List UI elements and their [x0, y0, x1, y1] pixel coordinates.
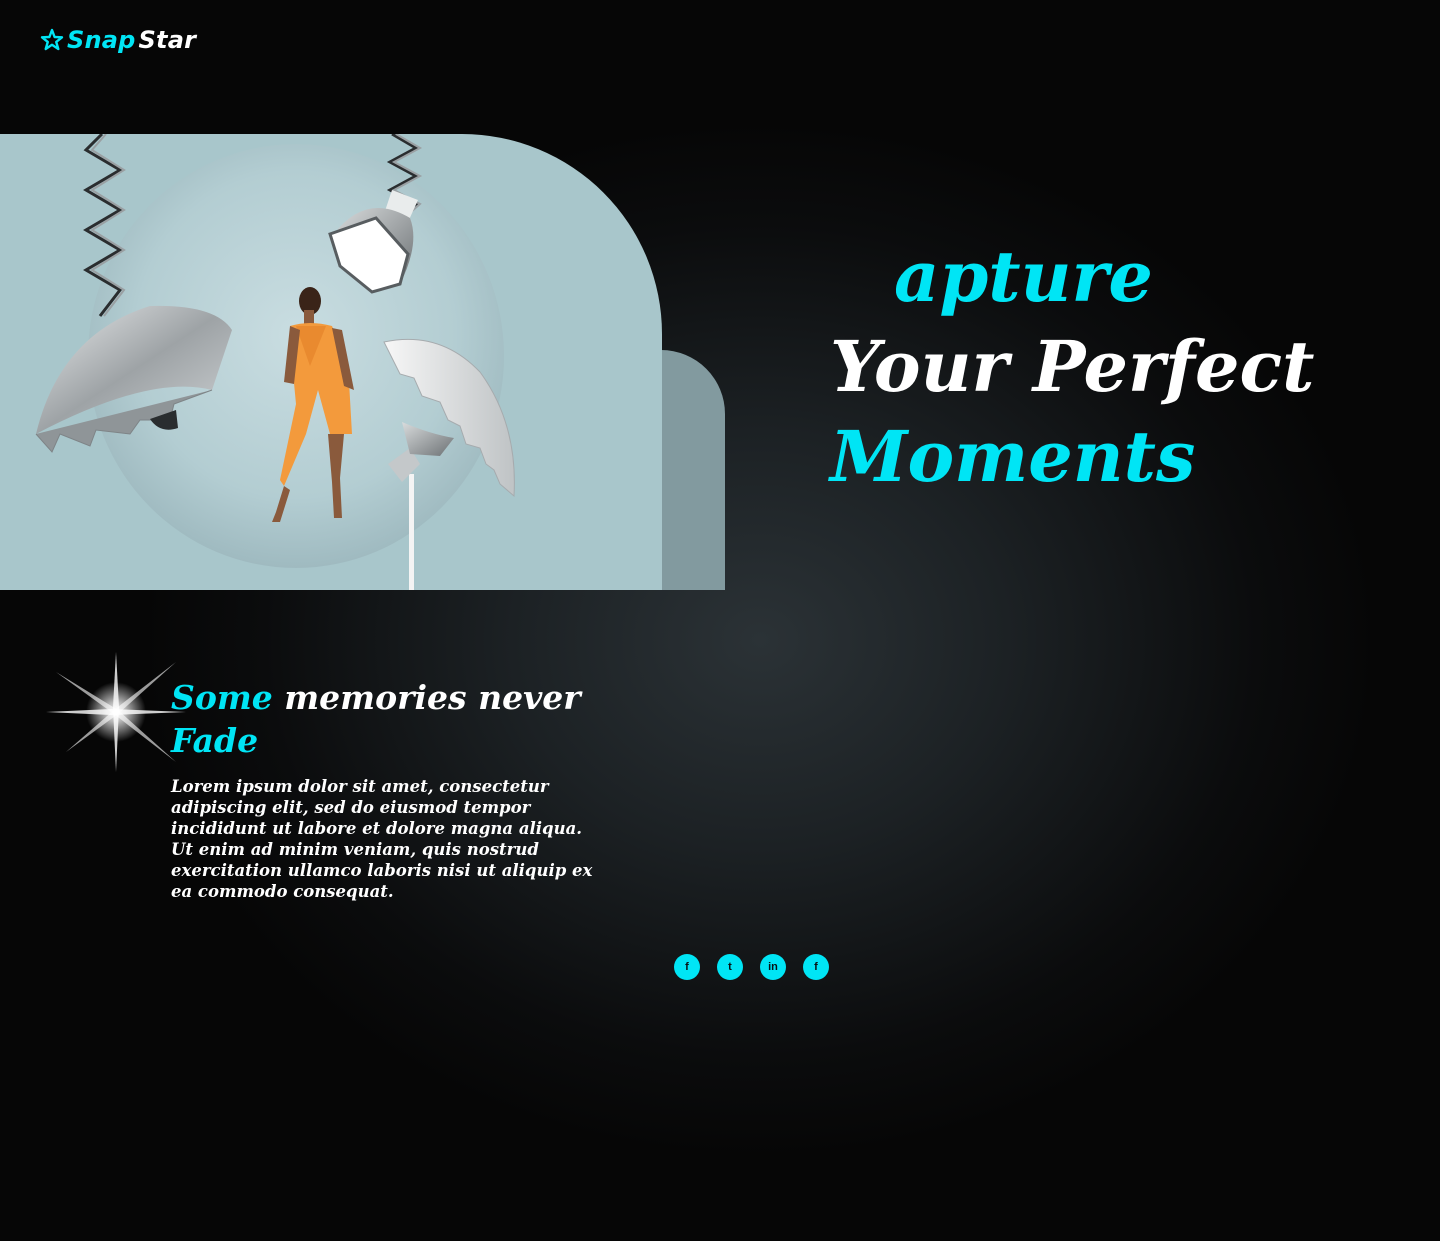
hero-headline: apture Your Perfect Moments — [830, 232, 1315, 502]
twitter-icon[interactable]: t — [717, 954, 743, 980]
section-title-accent: Some — [171, 678, 273, 717]
hero-image — [0, 134, 662, 590]
facebook-icon[interactable]: f — [803, 954, 829, 980]
section-title: Some memories never Fade — [171, 676, 611, 762]
section-title-main: memories never — [284, 678, 581, 717]
brand-name-part1: Snap — [67, 26, 136, 54]
headline-line2: Your Perfect — [830, 325, 1315, 408]
headline-line3: Moments — [830, 415, 1196, 498]
star-icon — [40, 28, 64, 51]
headline-line1: apture — [894, 235, 1153, 318]
brand-logo[interactable]: Snap Star — [40, 26, 196, 54]
studio-photo-illustration — [35, 134, 515, 590]
section-body: Lorem ipsum dolor sit amet, consectetur … — [171, 777, 593, 901]
facebook-icon[interactable]: f — [674, 954, 700, 980]
brand-name-part2: Star — [138, 26, 197, 54]
social-links: f t in f — [674, 954, 829, 980]
section-title-end: Fade — [171, 721, 259, 760]
linkedin-icon[interactable]: in — [760, 954, 786, 980]
sparkle-icon — [46, 652, 186, 772]
